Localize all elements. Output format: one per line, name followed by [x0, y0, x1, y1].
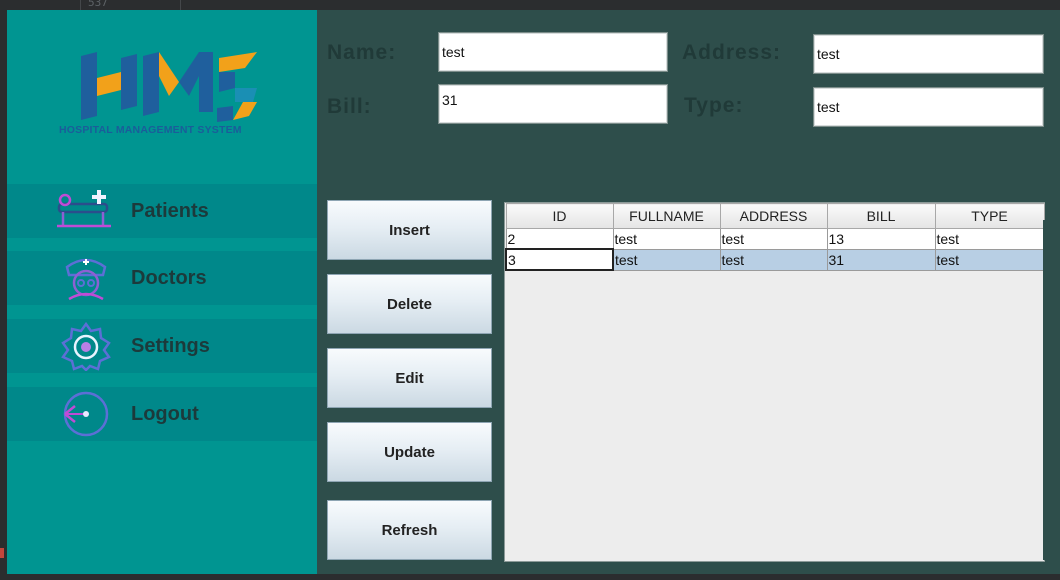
edit-button[interactable]: Edit [327, 348, 492, 408]
patient-bed-icon [57, 190, 111, 228]
sidebar-item-label: Logout [131, 402, 199, 425]
table-cell[interactable]: test [612, 248, 721, 271]
table-cell[interactable]: test [934, 248, 1045, 271]
sidebar-item-label: Patients [131, 199, 209, 222]
table-cell[interactable]: 2 [505, 228, 614, 250]
table-cell[interactable]: 13 [826, 228, 936, 250]
column-header-type[interactable]: TYPE [934, 203, 1045, 229]
column-header-address[interactable]: ADDRESS [719, 203, 828, 229]
sidebar-item-label: Doctors [131, 266, 207, 289]
sidebar-item-label: Settings [131, 334, 210, 357]
delete-button[interactable]: Delete [327, 274, 492, 334]
name-field[interactable] [438, 32, 668, 72]
table-cell[interactable]: test [934, 228, 1045, 250]
address-label: Address: [682, 41, 782, 64]
settings-icon [61, 321, 111, 371]
records-table[interactable]: ID FULLNAME ADDRESS BILL TYPE 2 test tes… [504, 202, 1045, 562]
main-panel: Name: Address: Bill: Type: Insert Delete… [317, 10, 1060, 574]
ide-background-strip [0, 0, 1060, 10]
ide-divider [180, 0, 181, 10]
type-field[interactable] [813, 87, 1044, 127]
ide-code-text: 537 [88, 0, 108, 9]
table-header-row: ID FULLNAME ADDRESS BILL TYPE [505, 203, 1045, 229]
doctor-icon [65, 258, 107, 301]
column-header-id[interactable]: ID [505, 203, 614, 229]
table-scroll-rail [1043, 220, 1049, 560]
table-cell[interactable]: test [719, 228, 828, 250]
sidebar-item-patients[interactable]: Patients [7, 184, 317, 238]
refresh-button[interactable]: Refresh [327, 500, 492, 560]
type-label: Type: [684, 94, 744, 117]
bill-label: Bill: [327, 95, 372, 118]
update-button[interactable]: Update [327, 422, 492, 482]
sidebar-item-settings[interactable]: Settings [7, 319, 317, 373]
table-cell-focused[interactable]: 3 [505, 248, 614, 271]
logo-caption: HOSPITAL MANAGEMENT SYSTEM [59, 124, 242, 136]
column-header-bill[interactable]: BILL [826, 203, 936, 229]
insert-button[interactable]: Insert [327, 200, 492, 260]
sidebar-item-doctors[interactable]: Doctors [7, 251, 317, 305]
table-cell[interactable]: 31 [826, 248, 936, 271]
logout-icon [63, 391, 109, 437]
sidebar: HOSPITAL MANAGEMENT SYSTEM Patients Doct… [7, 10, 317, 574]
table-cell[interactable]: test [719, 248, 828, 271]
ide-background-bottom [0, 574, 1060, 580]
address-field[interactable] [813, 34, 1044, 74]
bill-field[interactable] [438, 84, 668, 124]
table-cell[interactable]: test [612, 228, 721, 250]
name-label: Name: [327, 41, 397, 64]
table-row[interactable]: 2 test test 13 test [505, 228, 1045, 250]
ide-error-marker [0, 548, 4, 558]
column-header-fullname[interactable]: FULLNAME [612, 203, 721, 229]
table-row-selected[interactable]: 3 test test 31 test [505, 248, 1045, 271]
ide-divider [80, 0, 81, 10]
sidebar-item-logout[interactable]: Logout [7, 387, 317, 441]
